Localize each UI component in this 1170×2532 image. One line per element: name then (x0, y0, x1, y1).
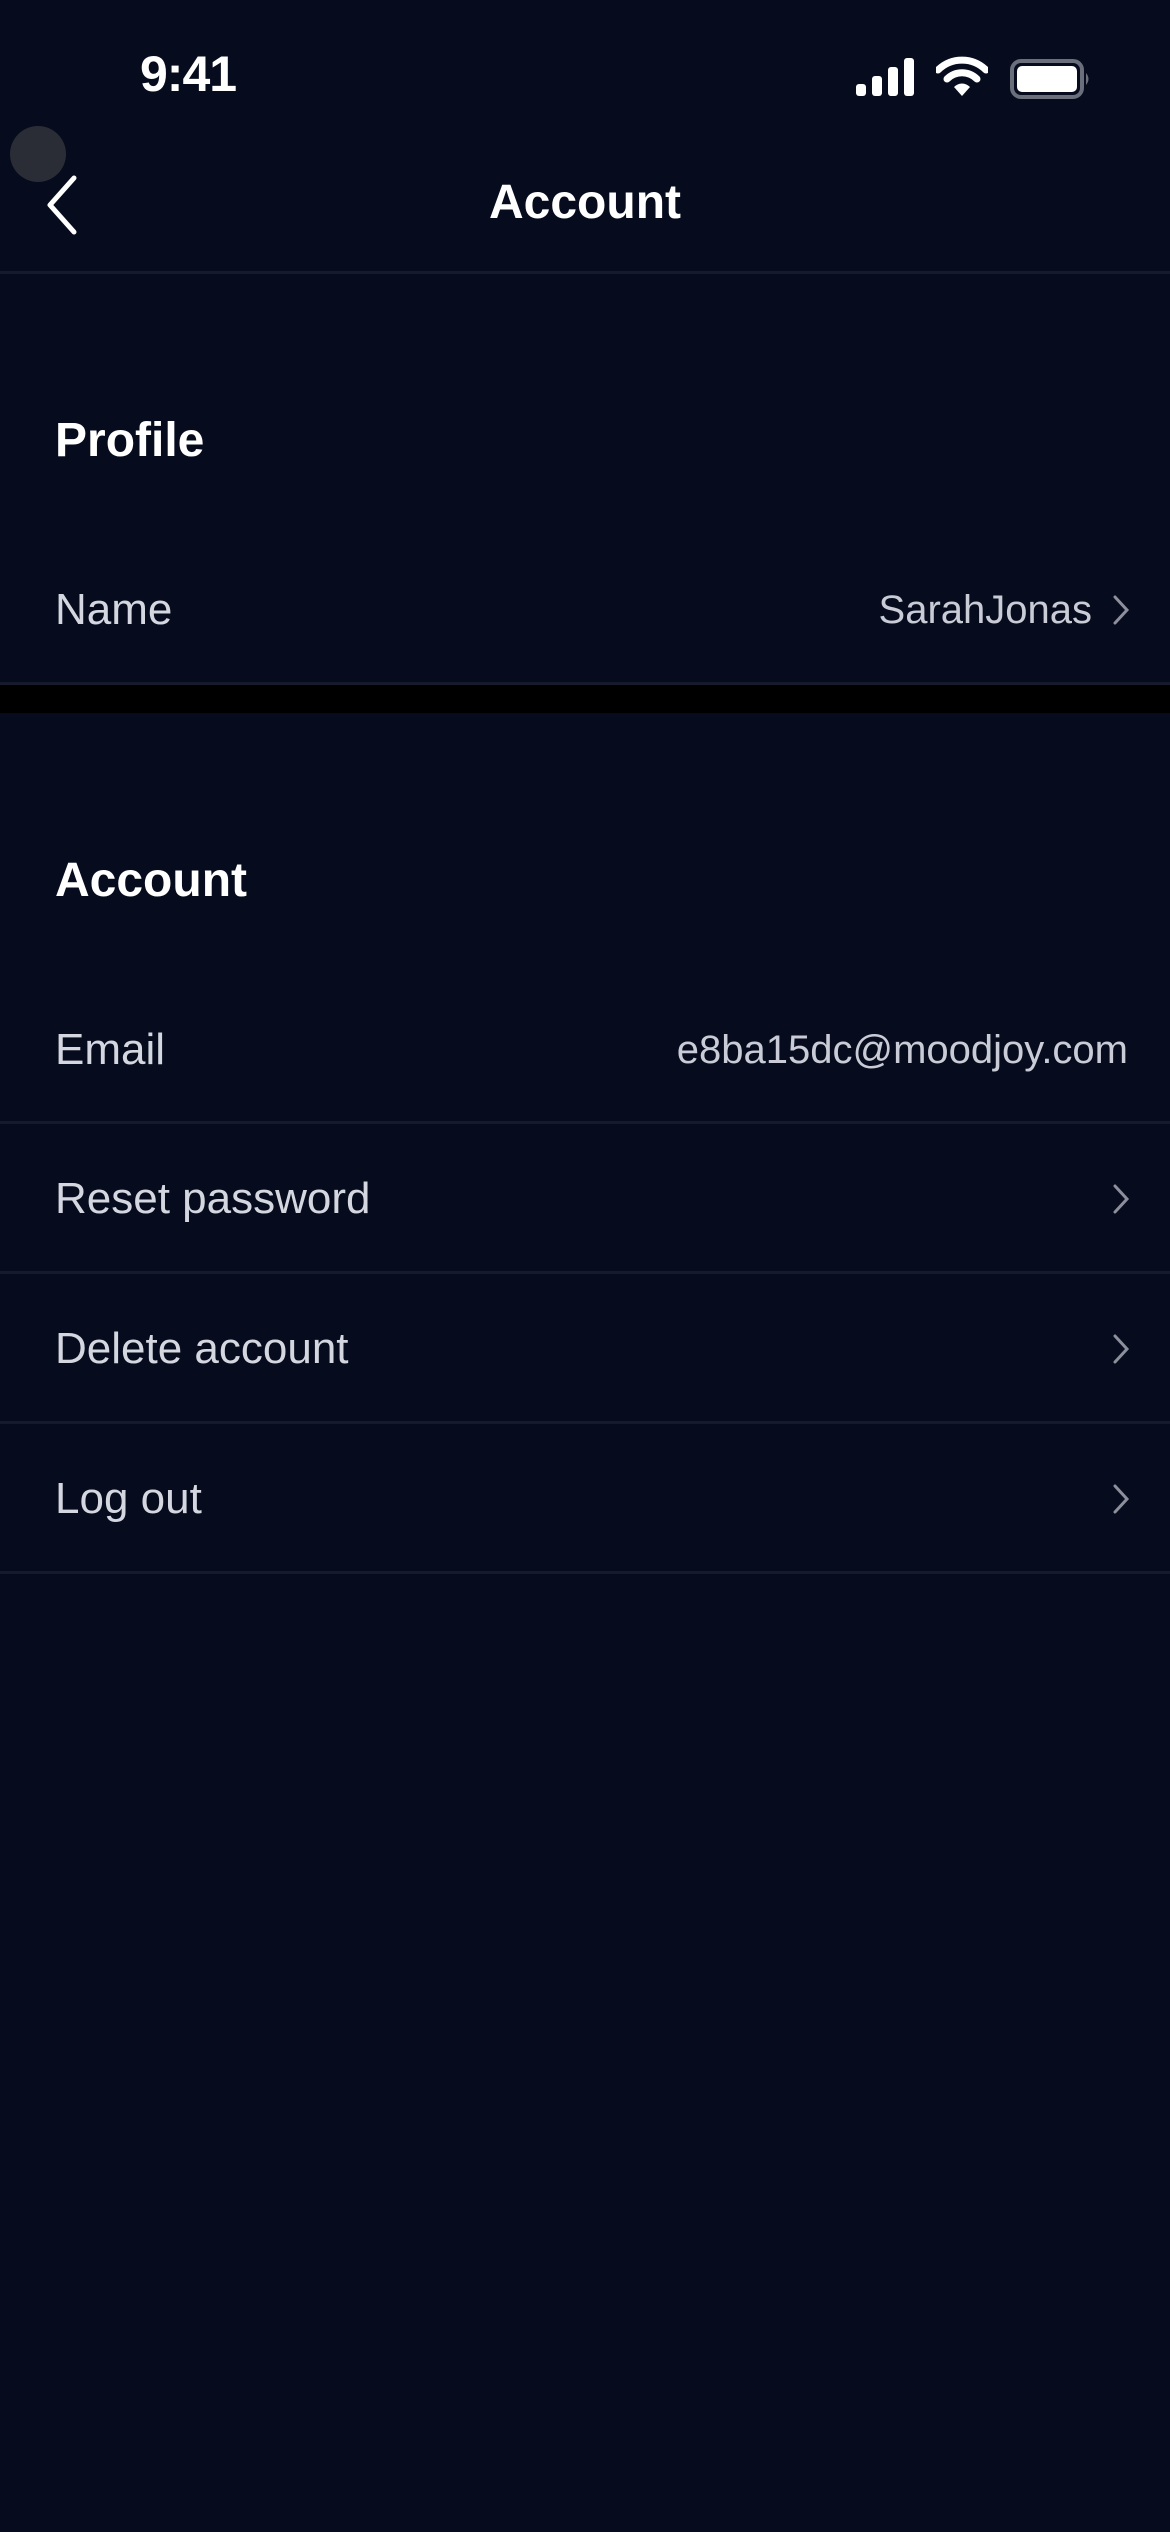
row-label: Name (55, 585, 173, 634)
row-divider (0, 1421, 1170, 1424)
row-label: Log out (55, 1474, 202, 1523)
chevron-right-icon (1113, 1484, 1130, 1514)
section-separator (0, 685, 1170, 713)
row-divider (0, 1571, 1170, 1574)
delete-account-row[interactable]: Delete account (0, 1276, 1170, 1422)
page-title: Account (489, 176, 681, 229)
chevron-right-icon (1113, 595, 1130, 625)
row-label: Reset password (55, 1174, 371, 1223)
email-row: Email e8ba15dc@moodjoy.com (0, 977, 1170, 1123)
chevron-right-icon (1113, 1184, 1130, 1214)
signal-icon (856, 58, 914, 96)
section-title-profile: Profile (55, 414, 205, 467)
reset-password-row[interactable]: Reset password (0, 1126, 1170, 1272)
status-time: 9:41 (140, 46, 237, 102)
row-divider (0, 1271, 1170, 1274)
log-out-row[interactable]: Log out (0, 1426, 1170, 1572)
row-label: Email (55, 1025, 166, 1074)
battery-icon (1010, 59, 1089, 99)
name-row[interactable]: Name SarahJonas (0, 537, 1170, 683)
email-value: e8ba15dc@moodjoy.com (676, 1028, 1128, 1072)
wifi-icon (936, 56, 988, 96)
nav-divider (0, 271, 1170, 274)
row-divider (0, 1121, 1170, 1124)
chevron-right-icon (1113, 1334, 1130, 1364)
name-value: SarahJonas (878, 588, 1092, 632)
section-title-account: Account (55, 854, 247, 907)
row-label: Delete account (55, 1324, 349, 1373)
